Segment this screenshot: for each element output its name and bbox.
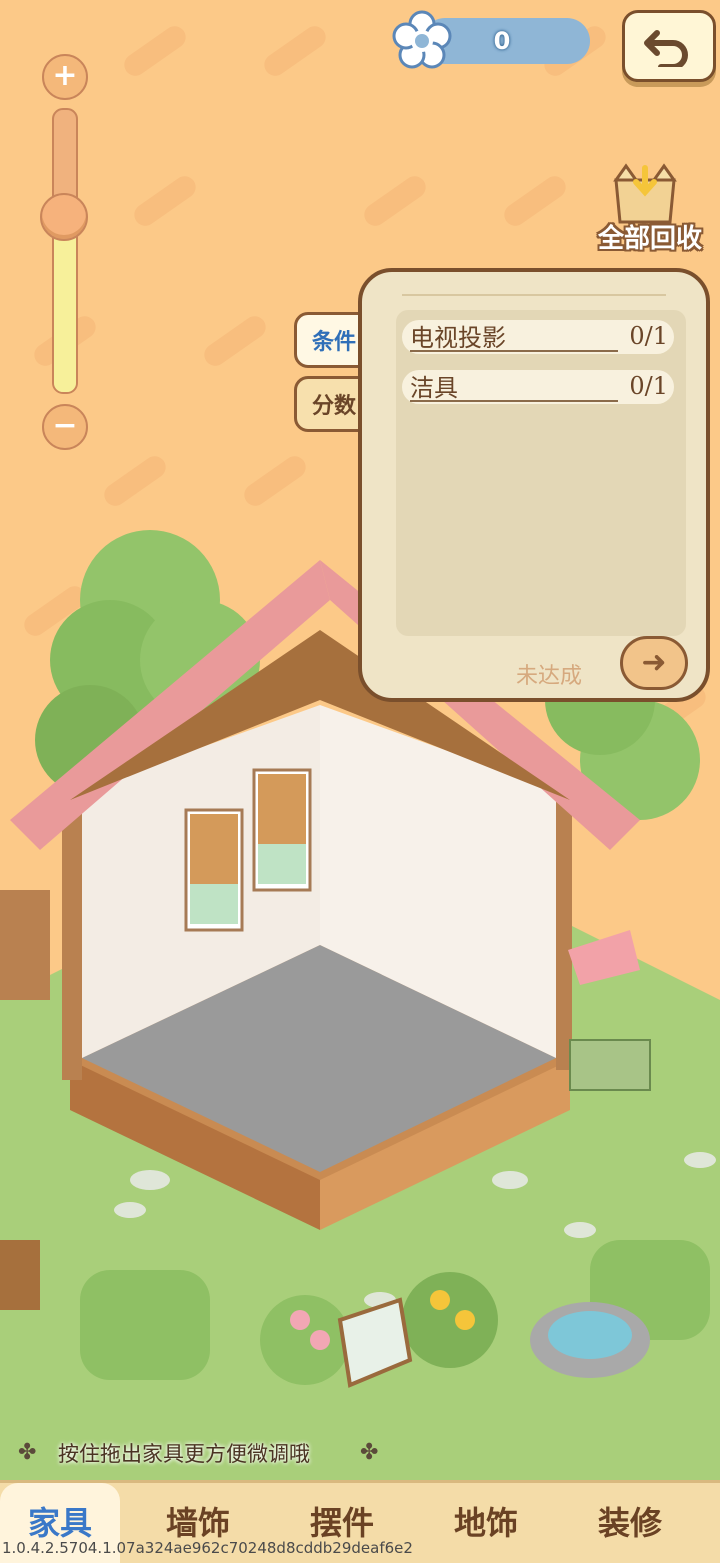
next-button[interactable]: ➜ [620, 636, 688, 690]
zoom-slider-track[interactable] [52, 108, 78, 394]
condition-count: 0/1 [629, 322, 668, 350]
hint-text: 按住拖出家具更方便微调哦 [58, 1442, 310, 1466]
hint-bar: ✤ 按住拖出家具更方便微调哦 ✤ [0, 1426, 720, 1482]
box-icon [613, 163, 677, 224]
condition-item: 洁具 0/1 [402, 370, 674, 404]
back-arrow-icon [644, 30, 688, 67]
zoom-slider-thumb[interactable] [40, 193, 88, 242]
condition-count: 0/1 [629, 372, 668, 400]
panel-divider-top [402, 294, 666, 296]
flower-icon [392, 10, 452, 69]
recycle-all-label: 全部回收 [597, 224, 702, 254]
arrow-right-icon: ➜ [641, 645, 667, 680]
zoom-slider-fill [54, 217, 76, 392]
condition-name: 洁具 [410, 374, 458, 402]
zoom-out-button[interactable]: − [42, 404, 88, 450]
zoom-in-button[interactable]: + [42, 54, 88, 100]
back-button[interactable] [622, 10, 716, 82]
clover-icon: ✤ [360, 1440, 379, 1465]
recycle-all-button[interactable]: 全部回收 [590, 152, 710, 254]
conditions-panel: 电视投影 0/1 洁具 0/1 未达成 ➜ [358, 268, 710, 702]
clover-icon: ✤ [18, 1440, 37, 1465]
currency-counter: 0 [392, 10, 592, 69]
condition-item: 电视投影 0/1 [402, 320, 674, 354]
conditions-list: 电视投影 0/1 洁具 0/1 [396, 310, 686, 636]
condition-name: 电视投影 [410, 324, 506, 352]
status-text: 未达成 [516, 664, 583, 689]
nav-renovation[interactable]: 装修 [570, 1483, 690, 1563]
nav-floor-decor[interactable]: 地饰 [426, 1483, 546, 1563]
version-text: 1.0.4.2.5704.1.07a324ae962c70248d8cddb29… [2, 1539, 413, 1557]
